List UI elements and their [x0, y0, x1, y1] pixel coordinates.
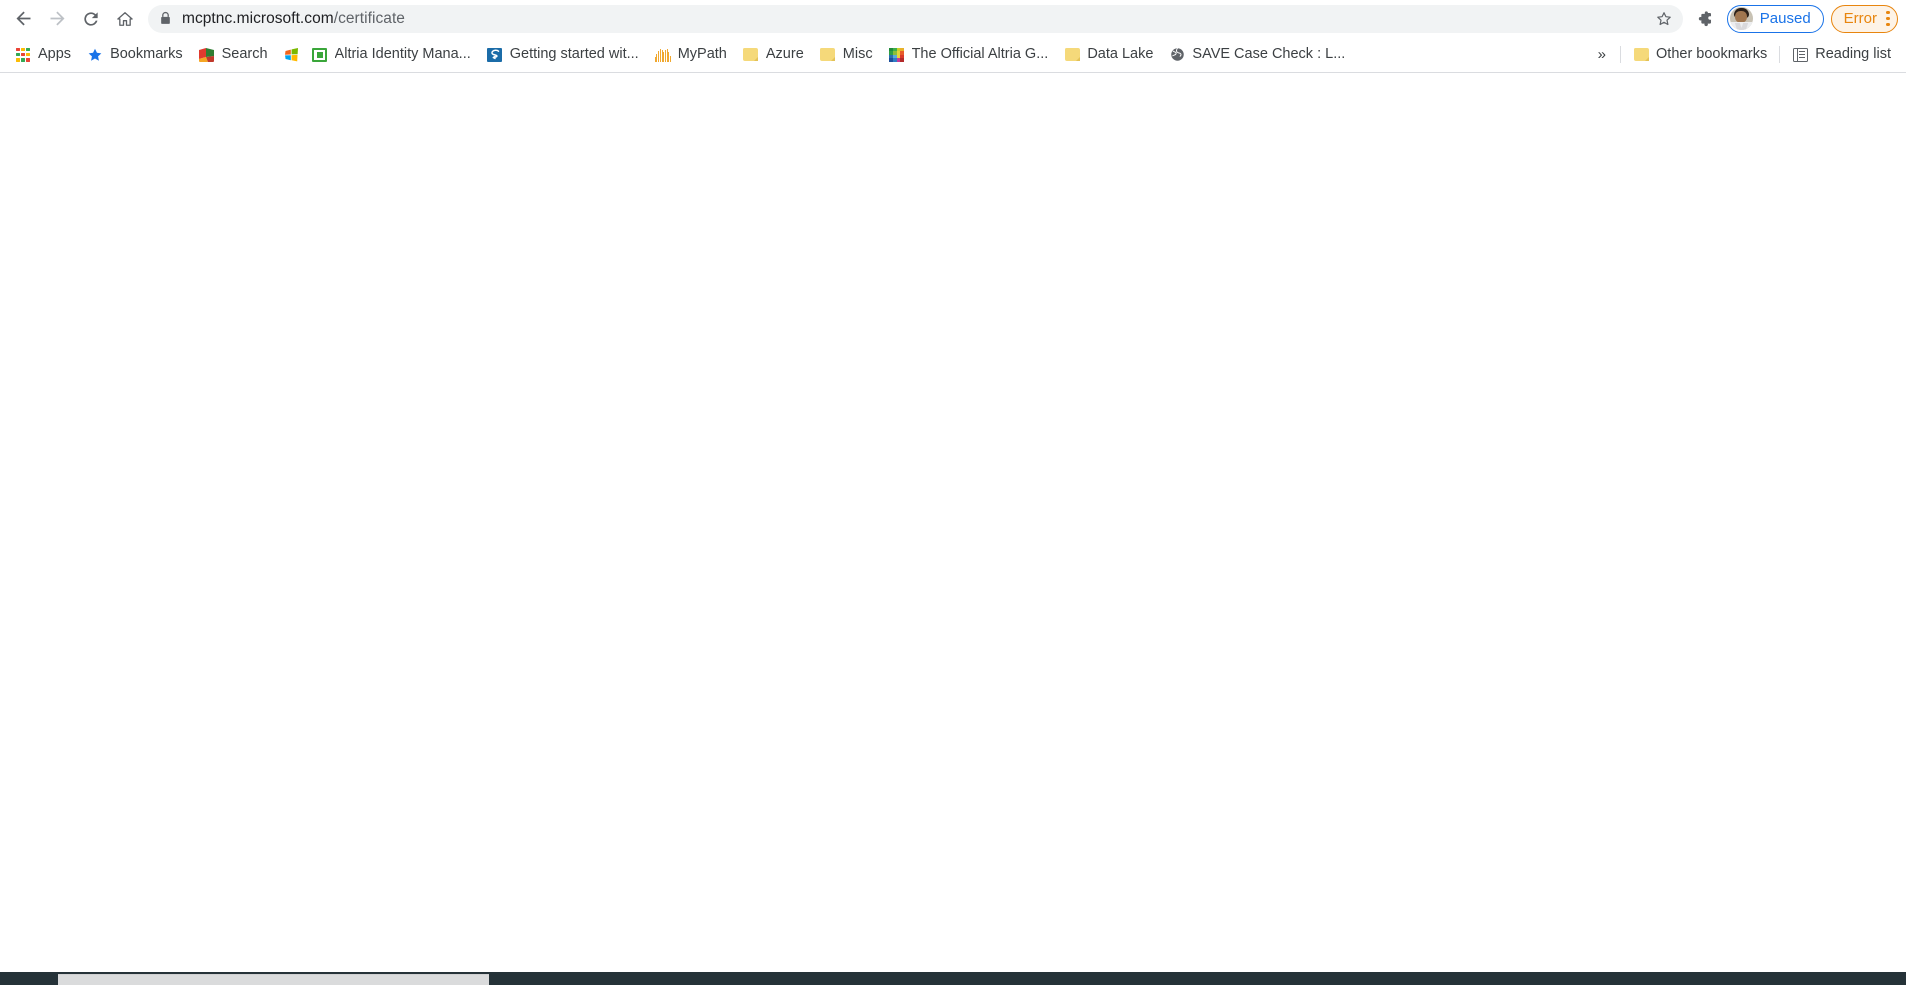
bookmark-item-save-case-check[interactable]: SAVE Case Check : L...	[1161, 42, 1353, 68]
bookmark-item-azure[interactable]: Azure	[735, 42, 812, 68]
back-button[interactable]	[6, 2, 40, 36]
url-text[interactable]: mcptnc.microsoft.com/certificate	[182, 5, 1649, 33]
horizontal-scrollbar-track[interactable]	[0, 972, 1906, 985]
pixel-grid-icon	[889, 47, 905, 63]
reading-list-icon	[1792, 47, 1808, 63]
browser-toolbar: mcptnc.microsoft.com/certificate Paused	[0, 0, 1906, 37]
windows-flag-icon	[284, 47, 300, 63]
bookmark-item-bookmarks[interactable]: Bookmarks	[79, 42, 191, 68]
bookmark-label: MyPath	[677, 47, 727, 62]
page-content	[0, 73, 1906, 972]
bookmark-label: Apps	[38, 47, 72, 62]
bookmark-label: Search	[221, 47, 268, 62]
folder-icon	[1633, 47, 1649, 63]
bookmark-label: Misc	[842, 47, 873, 62]
mypath-stripes-icon	[654, 47, 671, 63]
reload-button[interactable]	[74, 2, 108, 36]
bookmark-item-other-bookmarks[interactable]: Other bookmarks	[1625, 42, 1775, 68]
lock-icon	[148, 5, 182, 33]
bookmark-item-getting-started[interactable]: Getting started wit...	[479, 42, 647, 68]
bookmark-label: Azure	[765, 47, 804, 62]
folder-icon	[820, 47, 836, 63]
blue-star-icon	[87, 47, 103, 63]
bookmark-label: Reading list	[1815, 47, 1891, 62]
url-path: /certificate	[333, 9, 405, 27]
bottom-bar	[0, 972, 1906, 985]
bookmark-label: Bookmarks	[110, 47, 183, 62]
bookmark-item-mypath[interactable]: MyPath	[647, 42, 735, 68]
globe-icon	[1169, 47, 1185, 63]
bookmark-label: Other bookmarks	[1656, 47, 1768, 62]
error-status-label: Error	[1843, 10, 1877, 27]
kebab-menu-icon[interactable]	[1886, 11, 1890, 26]
home-button[interactable]	[108, 2, 142, 36]
bookmarks-bar: Apps Bookmarks Search Altria Identity Ma…	[0, 37, 1906, 73]
bookmark-item-misc[interactable]: Misc	[812, 42, 881, 68]
bookmark-item-data-lake[interactable]: Data Lake	[1056, 42, 1161, 68]
folder-icon	[743, 47, 759, 63]
forward-button[interactable]	[40, 2, 74, 36]
error-status-pill[interactable]: Error	[1830, 4, 1898, 33]
folder-icon	[1064, 47, 1080, 63]
bookmarks-divider	[1620, 46, 1622, 63]
bookmarks-overflow-button[interactable]: »	[1588, 47, 1616, 62]
reading-list-button[interactable]: Reading list	[1784, 42, 1899, 68]
bookmark-label: Altria Identity Mana...	[334, 47, 471, 62]
profile-status-label: Paused	[1759, 10, 1811, 27]
avatar	[1729, 7, 1753, 30]
bookmark-label: SAVE Case Check : L...	[1192, 47, 1346, 62]
bookmark-star-icon[interactable]	[1649, 5, 1679, 33]
getting-started-icon	[487, 47, 503, 63]
bookmark-item-altria-identity-management[interactable]: Altria Identity Mana...	[304, 42, 479, 68]
profile-status-pill[interactable]: Paused	[1726, 4, 1824, 33]
bookmark-item-search[interactable]: Search	[191, 42, 276, 68]
horizontal-scrollbar-thumb[interactable]	[58, 974, 489, 985]
search-tile-icon	[199, 47, 215, 63]
apps-grid-icon	[15, 47, 31, 63]
bookmarks-divider	[1779, 46, 1781, 63]
extensions-icon[interactable]	[1689, 3, 1721, 35]
bookmark-label: The Official Altria G...	[911, 47, 1049, 62]
bookmark-item-official-altria-g[interactable]: The Official Altria G...	[881, 42, 1057, 68]
altria-green-icon	[312, 47, 328, 63]
url-host: mcptnc.microsoft.com	[182, 9, 334, 27]
bookmark-item-apps[interactable]: Apps	[7, 42, 79, 68]
browser-window: mcptnc.microsoft.com/certificate Paused	[0, 0, 1906, 985]
bookmark-item-windows[interactable]	[276, 42, 304, 68]
bookmark-label: Data Lake	[1087, 47, 1154, 62]
address-bar[interactable]: mcptnc.microsoft.com/certificate	[148, 4, 1683, 33]
bookmark-label: Getting started wit...	[509, 47, 639, 62]
